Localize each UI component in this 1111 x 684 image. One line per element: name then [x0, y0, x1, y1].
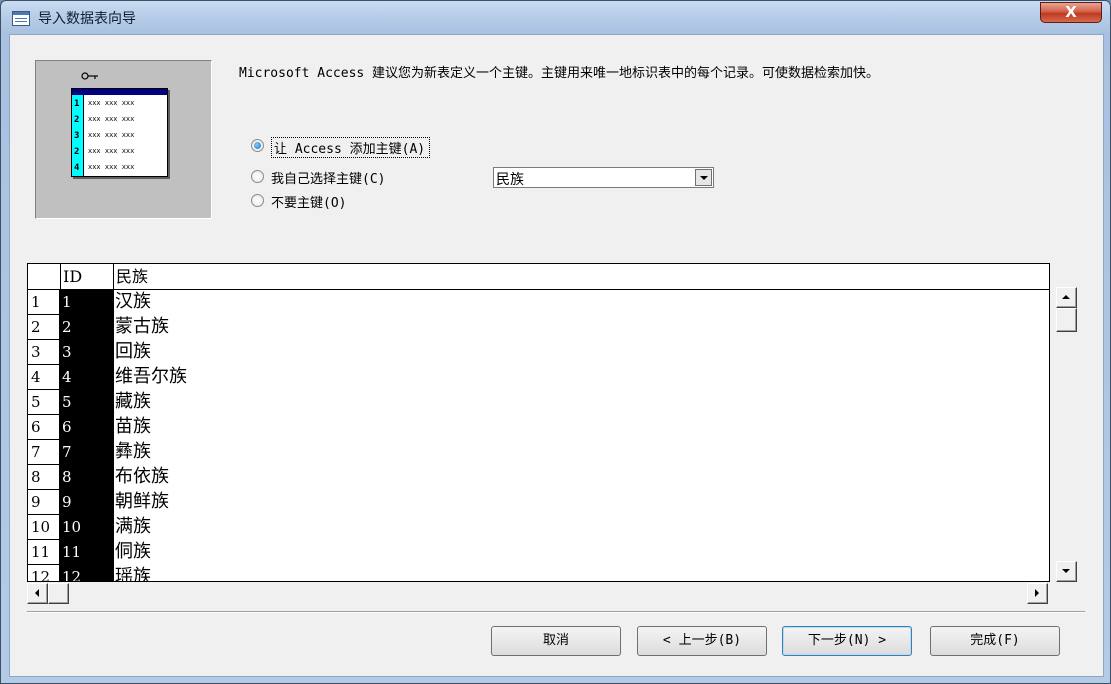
id-cell[interactable]: 8 — [60, 465, 113, 490]
id-cell[interactable]: 7 — [60, 440, 113, 465]
column-header-name[interactable]: 民族 — [113, 264, 148, 289]
separator — [27, 611, 1085, 613]
cancel-button[interactable]: 取消 — [491, 626, 621, 656]
id-cell[interactable]: 9 — [60, 490, 113, 515]
id-cell[interactable]: 6 — [60, 415, 113, 440]
wizard-body: 1 xxx xxx xxx 2 xxx xxx xxx 3 xxx xxx xxx 2… — [9, 34, 1104, 677]
row-number: 1 — [28, 290, 60, 315]
row-number: 7 — [28, 440, 60, 465]
ethnicity-cell[interactable]: 回族 — [115, 340, 151, 365]
grid-header: ID 民族 — [28, 264, 1049, 290]
table-row[interactable]: 9 9 朝鲜族 — [28, 490, 1049, 515]
data-preview-grid[interactable]: ID 民族 1 1 汉族 2 2 蒙古族 3 3 回族 4 4 维吾尔族 5 5 藏族 6 6 苗族 7 7 彝族 8 8 布… — [27, 263, 1050, 582]
title-bar[interactable]: 导入数据表向导 X — [1, 1, 1110, 34]
row-number: 11 — [28, 540, 60, 565]
back-button[interactable]: < 上一步(B) — [637, 626, 767, 656]
option-label: 不要主键(O) — [271, 196, 347, 211]
row-number: 9 — [28, 490, 60, 515]
ethnicity-cell[interactable]: 满族 — [115, 515, 151, 540]
table-row[interactable]: 3 3 回族 — [28, 340, 1049, 365]
row-number: 2 — [28, 315, 60, 340]
row-number: 5 — [28, 390, 60, 415]
scroll-down-icon[interactable] — [1056, 561, 1077, 582]
table-row[interactable]: 12 12 瑶族 — [28, 565, 1049, 581]
table-row[interactable]: 1 1 汉族 — [28, 290, 1049, 315]
table-row[interactable]: 6 6 苗族 — [28, 415, 1049, 440]
row-number: 10 — [28, 515, 60, 540]
key-icon — [81, 72, 98, 80]
column-header-id[interactable]: ID — [60, 264, 82, 289]
wizard-description: Microsoft Access 建议您为新表定义一个主键。主键用来唯一地标识表… — [239, 66, 880, 81]
table-row[interactable]: 10 10 满族 — [28, 515, 1049, 540]
row-number: 3 — [28, 340, 60, 365]
radio-button[interactable] — [251, 170, 264, 183]
horizontal-scrollbar[interactable] — [27, 583, 1057, 604]
primary-key-illustration: 1 xxx xxx xxx 2 xxx xxx xxx 3 xxx xxx xxx 2… — [35, 60, 212, 219]
row-number: 6 — [28, 415, 60, 440]
scroll-thumb[interactable] — [48, 583, 69, 604]
ethnicity-cell[interactable]: 维吾尔族 — [115, 365, 187, 390]
radio-button[interactable] — [251, 194, 264, 207]
finish-button[interactable]: 完成(F) — [930, 626, 1060, 656]
row-number: 8 — [28, 465, 60, 490]
ethnicity-cell[interactable]: 藏族 — [115, 390, 151, 415]
scroll-right-icon[interactable] — [1027, 583, 1048, 604]
ethnicity-cell[interactable]: 朝鲜族 — [115, 490, 169, 515]
ethnicity-cell[interactable]: 蒙古族 — [115, 315, 169, 340]
ethnicity-cell[interactable]: 侗族 — [115, 540, 151, 565]
id-cell[interactable]: 5 — [60, 390, 113, 415]
close-button[interactable]: X — [1040, 2, 1102, 23]
ethnicity-cell[interactable]: 布依族 — [115, 465, 169, 490]
option-label: 让 Access 添加主键(A) — [271, 137, 431, 158]
ethnicity-cell[interactable]: 瑶族 — [115, 565, 151, 581]
radio-button-selected[interactable] — [251, 139, 264, 152]
table-row[interactable]: 11 11 侗族 — [28, 540, 1049, 565]
key-field-value: 民族 — [496, 172, 524, 188]
row-number: 4 — [28, 365, 60, 390]
key-field-select[interactable]: 民族 — [493, 167, 714, 188]
scroll-left-icon[interactable] — [27, 583, 48, 604]
id-cell[interactable]: 1 — [60, 290, 113, 315]
table-row[interactable]: 4 4 维吾尔族 — [28, 365, 1049, 390]
scroll-thumb[interactable] — [1056, 308, 1077, 332]
vertical-scrollbar[interactable] — [1056, 287, 1077, 582]
id-cell[interactable]: 4 — [60, 365, 113, 390]
ethnicity-cell[interactable]: 彝族 — [115, 440, 151, 465]
ethnicity-cell[interactable]: 汉族 — [115, 290, 151, 315]
id-cell[interactable]: 3 — [60, 340, 113, 365]
id-cell[interactable]: 11 — [60, 540, 113, 565]
chevron-down-icon[interactable] — [695, 169, 712, 186]
mini-table-icon: 1 xxx xxx xxx 2 xxx xxx xxx 3 xxx xxx xxx 2… — [71, 88, 168, 177]
table-row[interactable]: 7 7 彝族 — [28, 440, 1049, 465]
import-wizard-window: 导入数据表向导 X 1 xxx xxx xxx 2 xxx xxx xxx 3 xxx… — [0, 0, 1111, 684]
table-icon — [12, 11, 30, 26]
ethnicity-cell[interactable]: 苗族 — [115, 415, 151, 440]
window-title: 导入数据表向导 — [38, 11, 136, 27]
id-cell[interactable]: 12 — [60, 565, 113, 581]
table-row[interactable]: 8 8 布依族 — [28, 465, 1049, 490]
id-cell[interactable]: 10 — [60, 515, 113, 540]
option-label: 我自己选择主键(C) — [271, 172, 386, 187]
table-row[interactable]: 2 2 蒙古族 — [28, 315, 1049, 340]
table-row[interactable]: 5 5 藏族 — [28, 390, 1049, 415]
scroll-up-icon[interactable] — [1056, 287, 1077, 308]
id-cell[interactable]: 2 — [60, 315, 113, 340]
next-button[interactable]: 下一步(N) > — [782, 626, 912, 656]
row-number: 12 — [28, 565, 60, 581]
